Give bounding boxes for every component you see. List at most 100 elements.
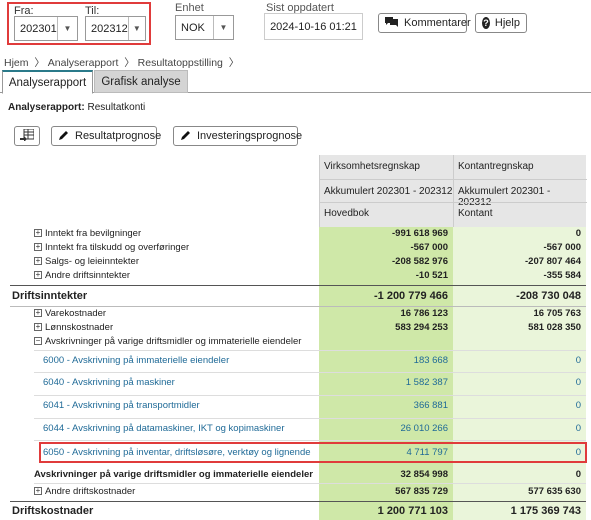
row-label: Avskrivninger på varige driftsmidler og … xyxy=(34,469,313,480)
row-label: Andre driftsinntekter xyxy=(45,270,131,281)
updated-value: 2024-10-16 01:21 xyxy=(270,20,357,33)
breadcrumb-separator: 〉 xyxy=(31,57,45,69)
row-label: Inntekt fra tilskudd og overføringer xyxy=(45,242,190,253)
unit-value: NOK xyxy=(181,21,205,34)
chevron-down-icon: ▼ xyxy=(213,16,233,39)
tab-graphic-analysis[interactable]: Grafisk analyse xyxy=(94,70,188,93)
unit-select[interactable]: NOK ▼ xyxy=(175,15,234,40)
breadcrumb-item-home[interactable]: Hjem xyxy=(4,57,29,69)
row-value-col1[interactable]: 4 711 797 xyxy=(319,447,453,458)
row-value-col2[interactable]: 0 xyxy=(453,400,586,411)
col2-period: Akkumulert 202301 - 202312 xyxy=(458,186,551,208)
row-value-col1[interactable]: 366 881 xyxy=(319,400,453,411)
help-icon: ? xyxy=(482,17,490,29)
help-button[interactable]: ? Hjelp xyxy=(475,13,527,33)
table-row-detail[interactable]: 6000 - Avskrivning på immaterielle eiend… xyxy=(0,352,591,370)
expand-icon[interactable]: + xyxy=(34,229,42,238)
account-link[interactable]: 6044 - Avskrivning på datamaskiner, IKT … xyxy=(43,423,285,434)
to-period-value: 202312 xyxy=(91,22,128,35)
col1-sub: Hovedbok xyxy=(324,208,370,219)
row-value-col1[interactable]: 1 582 387 xyxy=(319,377,453,388)
divider xyxy=(34,418,586,419)
account-link[interactable]: 6000 - Avskrivning på immaterielle eiend… xyxy=(43,355,229,366)
account-link[interactable]: 6041 - Avskrivning på transportmidler xyxy=(43,400,200,411)
row-value-col2[interactable]: 0 xyxy=(453,355,586,366)
comments-label: Kommentarer xyxy=(404,17,471,29)
account-link[interactable]: 6040 - Avskrivning på maskiner xyxy=(43,377,175,388)
row-value-col2: -567 000 xyxy=(543,242,581,253)
table-row-subtotal[interactable]: Avskrivninger på varige driftsmidler og … xyxy=(0,467,591,481)
col2-title: Kontantregnskap xyxy=(458,161,534,172)
excel-export-button[interactable] xyxy=(14,126,40,146)
divider xyxy=(34,483,586,484)
result-forecast-label: Resultatprognose xyxy=(75,130,162,142)
row-label: Salgs- og leieinntekter xyxy=(45,256,139,267)
row-value-col1: 32 854 998 xyxy=(400,469,448,480)
excel-export-icon xyxy=(20,128,35,144)
row-value-col1: -10 521 xyxy=(415,270,448,281)
expand-icon[interactable]: + xyxy=(34,487,42,496)
result-forecast-button[interactable]: Resultatprognose xyxy=(51,126,161,146)
table-row-detail[interactable]: 6040 - Avskrivning på maskiner 1 582 387… xyxy=(0,374,591,392)
table-row[interactable]: + Lønnskostnader 583 294 253 581 028 350 xyxy=(0,321,591,334)
row-value-col1: -1 200 779 466 xyxy=(373,290,448,302)
row-label: Driftskostnader xyxy=(12,505,94,517)
col2-header: Kontantregnskap Akkumulert 202301 - 2023… xyxy=(453,155,587,227)
row-value-col2: 0 xyxy=(575,469,581,480)
breadcrumb-separator: 〉 xyxy=(225,57,240,69)
to-period-select[interactable]: 202312 ▼ xyxy=(85,16,146,41)
table-row[interactable]: + Andre driftskostnader 567 835 729 577 6… xyxy=(0,485,591,498)
row-value-col2: -207 807 464 xyxy=(525,256,581,267)
table-row[interactable]: + Salgs- og leieinntekter -208 582 976 -2… xyxy=(0,255,591,268)
row-value-col2[interactable]: 0 xyxy=(453,447,586,458)
table-row-total[interactable]: Driftskostnader 1 200 771 103 1 175 369 … xyxy=(0,504,591,519)
expand-icon[interactable]: + xyxy=(34,257,42,266)
expand-icon[interactable]: + xyxy=(34,271,42,280)
row-value-col2: -355 584 xyxy=(543,270,581,281)
help-label: Hjelp xyxy=(494,17,520,29)
table-row[interactable]: + Varekostnader 16 786 123 16 705 763 xyxy=(0,307,591,320)
tab-bar: Analyserapport Grafisk analyse xyxy=(0,70,591,94)
table-row-total[interactable]: Driftsinntekter -1 200 779 466 -208 730 … xyxy=(0,289,591,304)
row-value-col1: 16 786 123 xyxy=(400,308,448,319)
row-value-col2: 581 028 350 xyxy=(528,322,581,333)
table-row-detail[interactable]: 6044 - Avskrivning på datamaskiner, IKT … xyxy=(0,420,591,438)
expand-icon[interactable]: + xyxy=(34,243,42,252)
breadcrumb-item-analysis[interactable]: Analyserapport xyxy=(48,57,119,69)
from-period-select[interactable]: 202301 ▼ xyxy=(14,16,78,41)
divider xyxy=(10,285,586,286)
investment-forecast-button[interactable]: Investeringsprognose xyxy=(173,126,302,146)
investment-forecast-label: Investeringsprognose xyxy=(197,130,303,142)
table-row-detail-highlighted[interactable]: 6050 - Avskrivning på inventar, driftslø… xyxy=(0,444,591,462)
row-value-col2[interactable]: 0 xyxy=(453,423,586,434)
account-link[interactable]: 6050 - Avskrivning på inventar, driftslø… xyxy=(43,447,311,458)
chevron-down-icon: ▼ xyxy=(57,17,77,40)
updated-box: 2024-10-16 01:21 xyxy=(264,13,363,40)
row-value-col1: 567 835 729 xyxy=(395,486,448,497)
row-value-col1[interactable]: 26 010 266 xyxy=(319,423,453,434)
breadcrumb-item-result[interactable]: Resultatoppstilling xyxy=(138,57,223,69)
unit-label: Enhet xyxy=(175,2,204,14)
collapse-icon[interactable]: − xyxy=(34,337,42,346)
table-row[interactable]: + Inntekt fra tilskudd og overføringer -5… xyxy=(0,241,591,254)
col1-title: Virksomhetsregnskap xyxy=(324,161,420,172)
tab-analysis-report[interactable]: Analyserapport xyxy=(2,70,93,94)
row-label: Varekostnader xyxy=(45,308,107,319)
row-label: Avskrivninger på varige driftsmidler og … xyxy=(45,336,302,347)
row-value-col2[interactable]: 0 xyxy=(453,377,586,388)
report-title: Analyserapport: Resultatkonti xyxy=(8,102,145,113)
expand-icon[interactable]: + xyxy=(34,323,42,332)
table-row[interactable]: + Andre driftsinntekter -10 521 -355 584 xyxy=(0,269,591,282)
expand-icon[interactable]: + xyxy=(34,309,42,318)
table-row[interactable]: + Inntekt fra bevilgninger -991 618 969 0 xyxy=(0,227,591,240)
row-value-col1[interactable]: 183 668 xyxy=(319,355,453,366)
chevron-down-icon: ▼ xyxy=(127,17,145,40)
divider xyxy=(34,350,586,351)
row-label: Inntekt fra bevilgninger xyxy=(45,228,142,239)
divider xyxy=(10,501,586,502)
table-row[interactable]: − Avskrivninger på varige driftsmidler og… xyxy=(0,335,591,349)
col2-sub: Kontant xyxy=(458,208,493,219)
table-row-detail[interactable]: 6041 - Avskrivning på transportmidler 36… xyxy=(0,397,591,415)
divider xyxy=(34,372,586,373)
comments-button[interactable]: Kommentarer xyxy=(378,13,471,33)
